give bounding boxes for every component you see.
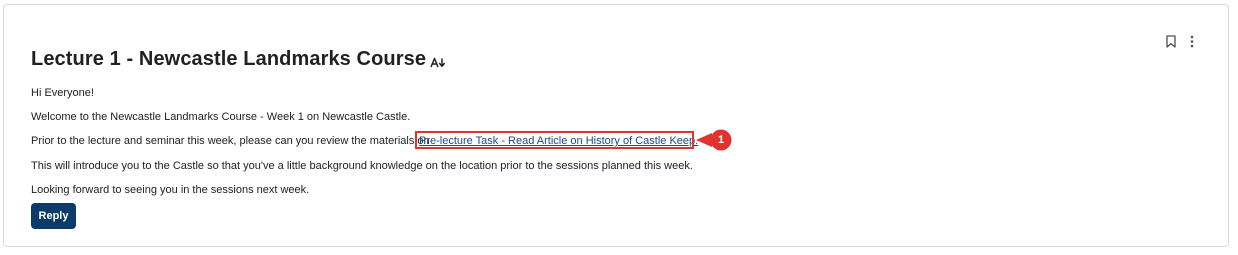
welcome-text: Welcome to the Newcastle Landmarks Cours…: [31, 111, 411, 123]
bookmark-icon[interactable]: [1165, 34, 1177, 48]
translate-icon[interactable]: [430, 57, 446, 68]
annotation-highlight-box: [415, 131, 694, 149]
discussion-post-card: [3, 4, 1229, 247]
post-title-row: Lecture 1 - Newcastle Landmarks Course: [31, 48, 446, 71]
more-options-icon[interactable]: [1186, 34, 1198, 48]
page-title: Lecture 1 - Newcastle Landmarks Course: [31, 48, 427, 70]
greeting-text: Hi Everyone!: [31, 87, 94, 99]
reply-button[interactable]: Reply: [31, 203, 76, 229]
annotation-number: 1: [717, 134, 725, 146]
post-actions: [1165, 34, 1198, 48]
closing-text: Looking forward to seeing you in the ses…: [31, 184, 310, 196]
intro-text: This will introduce you to the Castle so…: [31, 160, 693, 172]
prior-text: Prior to the lecture and seminar this we…: [31, 135, 430, 147]
